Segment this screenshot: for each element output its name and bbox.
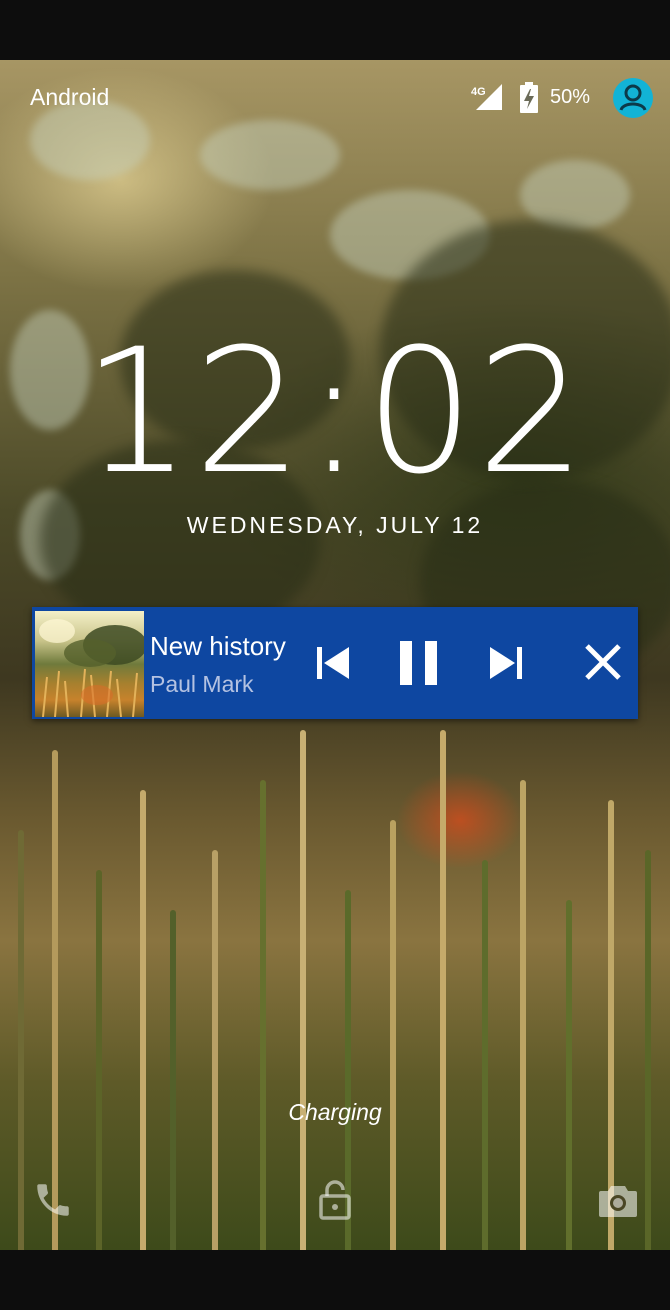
album-art — [35, 611, 144, 717]
song-artist: Paul Mark — [150, 671, 254, 697]
unlock-icon[interactable] — [314, 1178, 356, 1222]
phone-icon[interactable] — [32, 1178, 74, 1222]
battery-percentage: 50% — [550, 86, 591, 108]
song-title: New history — [150, 631, 286, 661]
pause-icon[interactable] — [397, 641, 441, 687]
media-notification[interactable]: New history Paul Mark — [32, 607, 638, 719]
top-black-bar — [0, 0, 670, 60]
clock-date: WEDNESDAY, JULY 12 — [186, 512, 484, 538]
carrier-label: Android — [30, 84, 110, 110]
bottom-black-bar — [0, 1250, 670, 1310]
status-bar: Android 4G 50% — [0, 60, 670, 136]
signal-4g-icon: 4G — [470, 82, 504, 112]
network-type-label: 4G — [471, 86, 486, 98]
charging-status: Charging — [288, 1099, 382, 1125]
battery-charging-icon — [518, 82, 540, 114]
close-icon[interactable] — [582, 641, 626, 685]
skip-next-icon[interactable] — [484, 641, 528, 685]
clock-time: 12:02 — [82, 311, 588, 512]
user-avatar-icon[interactable] — [612, 77, 654, 119]
skip-previous-icon[interactable] — [311, 641, 355, 685]
camera-icon[interactable] — [597, 1178, 639, 1222]
